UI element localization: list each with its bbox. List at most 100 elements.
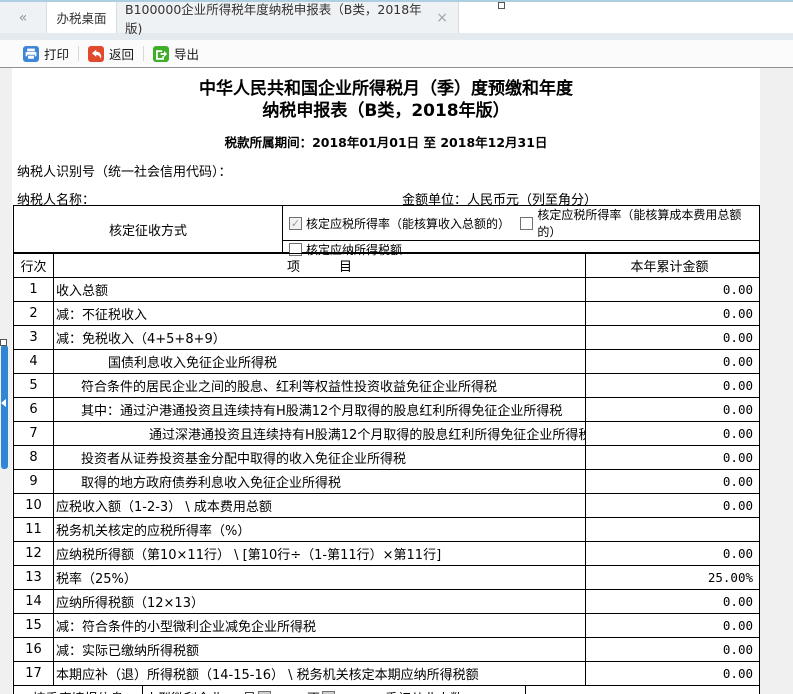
row-number: 11 <box>14 518 54 541</box>
table-row: 11 税务机关核定的应税所得率（%） <box>14 518 759 542</box>
table-row: 9 取得的地方政府债券利息收入免征企业所得税 0.00 <box>14 470 759 494</box>
tab-desktop[interactable]: 办税桌面 <box>47 2 117 33</box>
table-row: 4 国债利息收入免征企业所得税 0.00 <box>14 350 759 374</box>
amount-cell[interactable]: 0.00 <box>586 590 759 613</box>
table-header-row: 行次 项 目 本年累计金额 <box>14 254 759 278</box>
table-row: 14 应纳所得税额（12×13） 0.00 <box>14 590 759 614</box>
yes-checkbox[interactable] <box>258 690 272 694</box>
no-label: 否 <box>307 688 320 694</box>
table-row: 2 减：不征税收入 0.00 <box>14 302 759 326</box>
header-item: 项 目 <box>54 254 586 277</box>
triangle-left-icon <box>1 399 6 407</box>
table-row: 10 应税收入额（1-2-3） \ 成本费用总额 0.00 <box>14 494 759 518</box>
row-number: 9 <box>14 470 54 493</box>
amount-cell[interactable]: 0.00 <box>586 470 759 493</box>
collapse-tabs-button[interactable]: « <box>0 2 47 33</box>
tab-b100000-form[interactable]: B100000企业所得税年度纳税申报表（B类，2018年版) × <box>117 2 459 36</box>
amount-cell[interactable] <box>586 518 759 541</box>
tab-form-label: B100000企业所得税年度纳税申报表（B类，2018年版) <box>125 1 422 36</box>
resize-handle-dot <box>0 339 7 346</box>
amount-cell[interactable]: 0.00 <box>586 494 759 517</box>
row-item-label: 取得的地方政府债券利息收入免征企业所得税 <box>54 470 586 493</box>
row-number: 10 <box>14 494 54 517</box>
small-micro-enterprise-label: 小型微利企业 <box>145 688 223 694</box>
row-number: 8 <box>14 446 54 469</box>
app-window: « 办税桌面 B100000企业所得税年度纳税申报表（B类，2018年版) × … <box>0 0 793 694</box>
method-row-1: ✓ 核定应税所得率（能核算收入总额的） 核定应税所得率（能核算成本费用总额的） <box>283 206 759 241</box>
table-row: 16 减：实际已缴纳所得税额 0.00 <box>14 638 759 662</box>
partial-mid-cell: 小型微利企业 是 否 季初从业人数 <box>143 686 526 694</box>
row-item-label: 本期应补（退）所得税额（14-15-16） \ 税务机关核定本期应纳所得税额 <box>54 662 586 685</box>
amount-cell[interactable]: 0.00 <box>586 446 759 469</box>
row-item-label: 其中：通过沪港通投资且连续持有H股满12个月取得的股息红利所得免征企业所得税 <box>54 398 586 421</box>
row-item-label: 通过深港通投资且连续持有H股满12个月取得的股息红利所得免征企业所得税 <box>54 422 586 445</box>
print-button[interactable]: 打印 <box>14 44 78 63</box>
amount-cell[interactable]: 0.00 <box>586 542 759 565</box>
form-page: 中华人民共和国企业所得税月（季）度预缴和年度 纳税申报表（B类，2018年版） … <box>12 68 760 694</box>
side-panel-handle[interactable] <box>1 345 8 469</box>
partial-section-label: 按季度填报信息 <box>14 686 143 694</box>
taxpayer-id-label: 纳税人识别号（统一社会信用代码）： <box>17 165 232 180</box>
row-number: 12 <box>14 542 54 565</box>
form-title: 中华人民共和国企业所得税月（季）度预缴和年度 纳税申报表（B类，2018年版） <box>12 78 760 122</box>
back-label: 返回 <box>109 47 135 62</box>
row-item-label: 符合条件的居民企业之间的股息、红利等权益性投资收益免征企业所得税 <box>54 374 586 397</box>
method-option-2[interactable]: 核定应税所得率（能核算成本费用总额的） <box>520 206 759 240</box>
export-button[interactable]: 导出 <box>144 44 208 63</box>
row-number: 4 <box>14 350 54 373</box>
tax-period: 税款所属期间：2018年01月01日 至 2018年12月31日 <box>224 135 548 150</box>
row-number: 1 <box>14 278 54 301</box>
no-checkbox[interactable] <box>322 690 336 694</box>
toolbar: 打印 返回 导出 <box>0 40 793 68</box>
checkbox-checked-icon[interactable]: ✓ <box>289 216 302 230</box>
amount-cell[interactable]: 0.00 <box>586 350 759 373</box>
method-option-1[interactable]: ✓ 核定应税所得率（能核算收入总额的） <box>289 215 511 232</box>
row-number: 3 <box>14 326 54 349</box>
tab-desktop-label: 办税桌面 <box>56 11 107 26</box>
row-number: 6 <box>14 398 54 421</box>
row-item-label: 减：实际已缴纳所得税额 <box>54 638 586 661</box>
table-row: 17 本期应补（退）所得税额（14-15-16） \ 税务机关核定本期应纳所得税额… <box>14 662 759 686</box>
method-option-label: 核定应税所得率（能核算收入总额的） <box>306 216 511 231</box>
table-row: 6 其中：通过沪港通投资且连续持有H股满12个月取得的股息红利所得免征企业所得税 0… <box>14 398 759 422</box>
table-row: 8 投资者从证券投资基金分配中取得的收入免征企业所得税 0.00 <box>14 446 759 470</box>
assessment-method-box: 核定征收方式 ✓ 核定应税所得率（能核算收入总额的） 核定应税所得率（能核算成本费用… <box>13 205 760 257</box>
amount-cell[interactable]: 0.00 <box>586 326 759 349</box>
amount-cell[interactable]: 0.00 <box>586 278 759 301</box>
table-row: 3 减：免税收入（4+5+8+9） 0.00 <box>14 326 759 350</box>
checkbox-icon[interactable] <box>520 216 534 230</box>
table-row: 12 应纳税所得额（第10×11行） \ [第10行÷（1-第11行）×第11行]… <box>14 542 759 566</box>
amount-cell[interactable]: 0.00 <box>586 302 759 325</box>
form-title-line1: 中华人民共和国企业所得税月（季）度预缴和年度 <box>199 79 573 99</box>
amount-cell[interactable]: 0.00 <box>586 398 759 421</box>
tax-table-body: 1 收入总额 0.00 2 减：不征税收入 0.00 3 减：免税收入（4+5+8+9） 0.0… <box>14 278 759 686</box>
partial-empty-cell <box>526 686 759 694</box>
amount-cell[interactable]: 0.00 <box>586 374 759 397</box>
method-option-label: 核定应税所得率（能核算成本费用总额的） <box>537 208 742 239</box>
row-item-label: 应纳所得税额（12×13） <box>54 590 586 613</box>
row-item-label: 减：免税收入（4+5+8+9） <box>54 326 586 349</box>
chevron-double-left-icon: « <box>18 9 28 26</box>
table-row: 1 收入总额 0.00 <box>14 278 759 302</box>
form-title-line2: 纳税申报表（B类，2018年版） <box>262 101 510 121</box>
export-label: 导出 <box>174 47 200 62</box>
close-icon[interactable]: × <box>434 11 450 25</box>
amount-cell[interactable]: 25.00% <box>586 566 759 589</box>
employees-label: 季初从业人数 <box>385 688 463 694</box>
row-number: 14 <box>14 590 54 613</box>
row-item-label: 减：符合条件的小型微利企业减免企业所得税 <box>54 614 586 637</box>
amount-cell[interactable]: 0.00 <box>586 614 759 637</box>
row-item-label: 投资者从证券投资基金分配中取得的收入免征企业所得税 <box>54 446 586 469</box>
back-button[interactable]: 返回 <box>79 44 143 63</box>
printer-icon <box>23 45 39 62</box>
amount-cell[interactable]: 0.00 <box>586 662 759 685</box>
amount-cell[interactable]: 0.00 <box>586 638 759 661</box>
row-number: 15 <box>14 614 54 637</box>
amount-cell[interactable]: 0.00 <box>586 422 759 445</box>
header-row-number: 行次 <box>14 254 54 277</box>
row-item-label: 税务机关核定的应税所得率（%） <box>54 518 586 541</box>
tax-table: 行次 项 目 本年累计金额 1 收入总额 0.00 2 减：不征税收入 0.00 3 减：免税… <box>13 253 760 686</box>
row-number: 2 <box>14 302 54 325</box>
table-row: 7 通过深港通投资且连续持有H股满12个月取得的股息红利所得免征企业所得税 0.00 <box>14 422 759 446</box>
row-item-label: 国债利息收入免征企业所得税 <box>54 350 586 373</box>
